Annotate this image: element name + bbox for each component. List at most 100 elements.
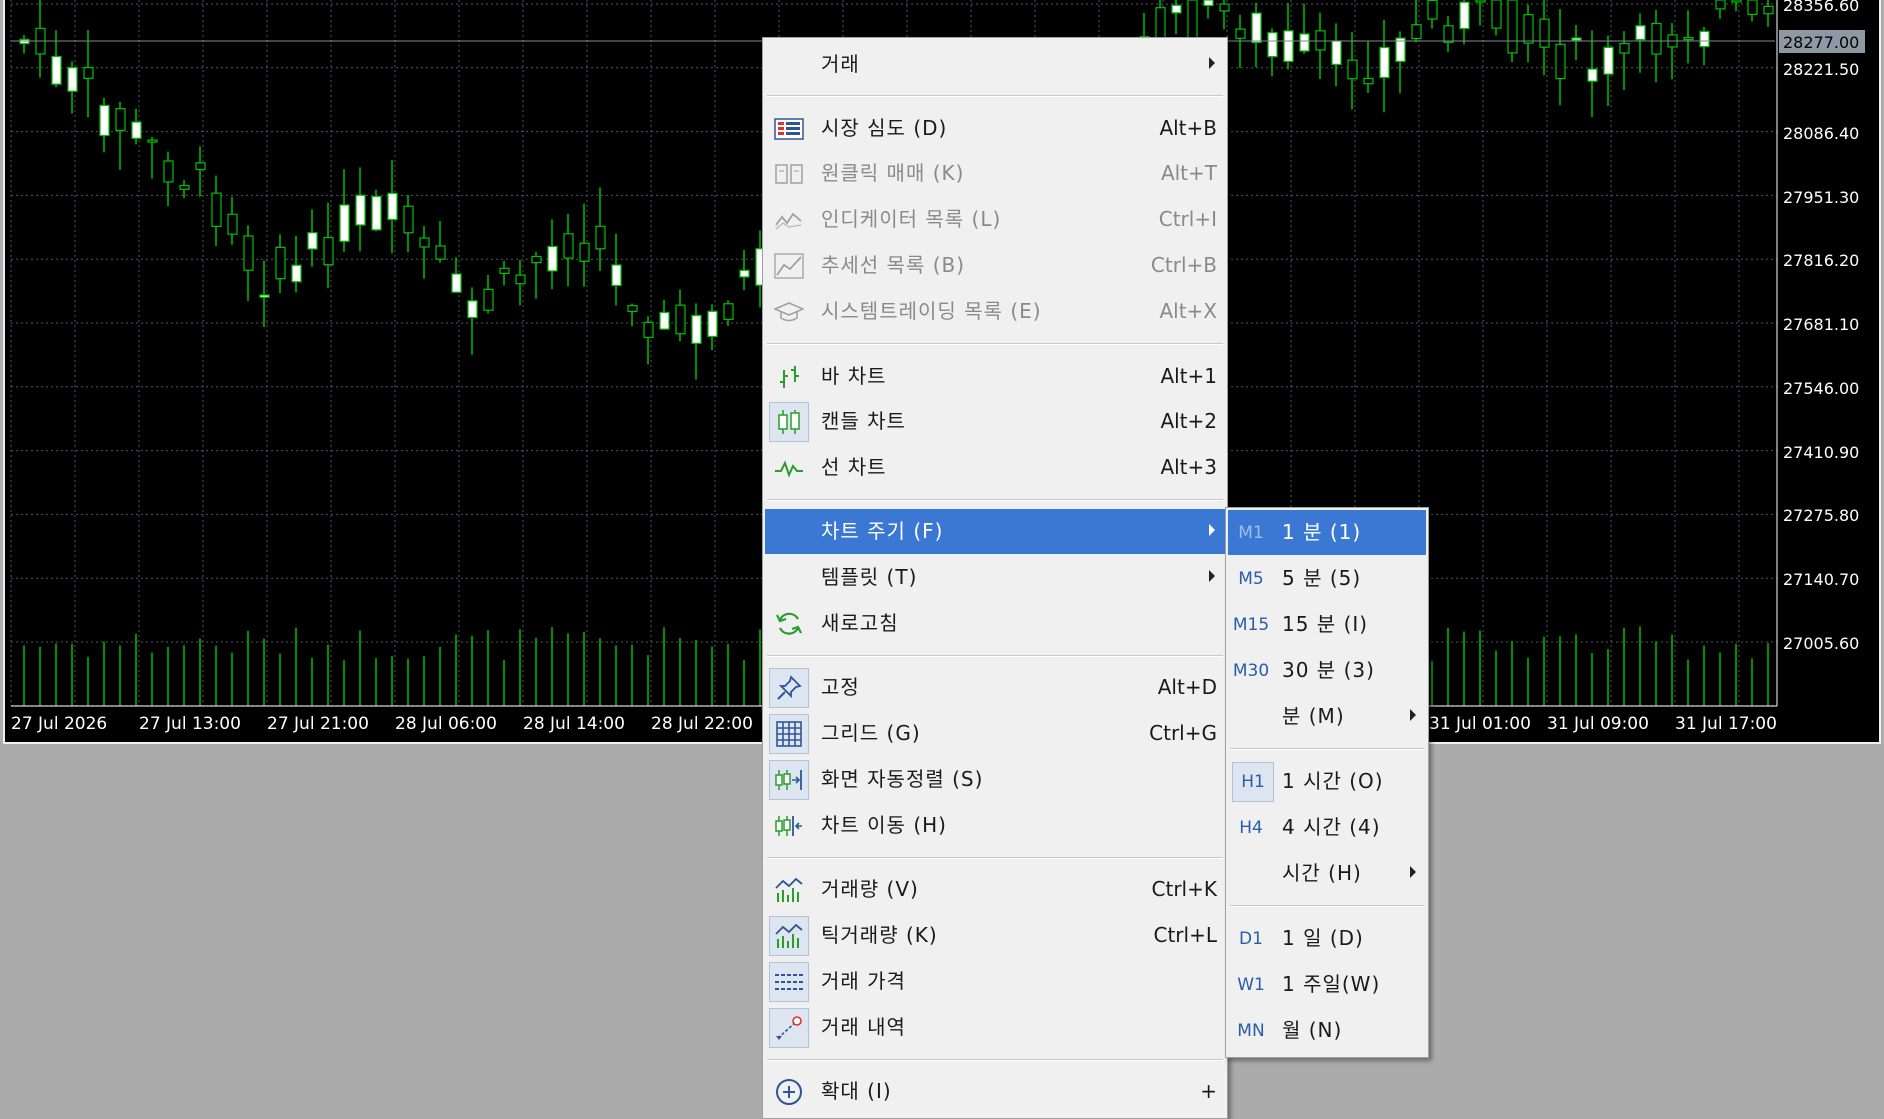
trade-history-icon [769, 1008, 809, 1048]
timeframe-label: 15 분 (I) [1282, 612, 1369, 636]
menu-item-label: 바 차트 [821, 364, 887, 388]
tick-volume-icon [769, 916, 809, 956]
one-click-trading-icon [769, 154, 809, 194]
timeframe-code: MN [1237, 1021, 1265, 1041]
menu-item-one-click-trading[interactable]: 원클릭 매매 (K) Alt+T [765, 151, 1225, 196]
time-tick: 28 Jul 14:00 [523, 714, 625, 734]
menu-item-zoom-in[interactable]: 확대 (I) + [765, 1069, 1225, 1114]
menu-item-label: 화면 자동정렬 (S) [821, 767, 984, 791]
timeframe-code: M15 [1232, 615, 1270, 635]
timeframe-minutes-more[interactable]: 분 (M) [1228, 694, 1426, 739]
candle-body [1635, 25, 1646, 41]
price-tick: 28221.50 [1783, 60, 1859, 79]
chart-context-menu: 거래 시장 심도 (D) Alt+B 원클릭 매매 (K) Alt+T 인디케이… [762, 37, 1228, 1119]
price-tick: 28086.40 [1783, 124, 1859, 143]
graduation-cap-icon [769, 292, 809, 332]
menu-item-grid[interactable]: 그리드 (G) Ctrl+G [765, 711, 1225, 756]
menu-item-refresh[interactable]: 새로고침 [765, 601, 1225, 646]
menu-item-label: 차트 이동 (H) [821, 813, 947, 837]
candle-body [451, 273, 462, 293]
menu-item-expert-list[interactable]: 시스템트레이딩 목록 (E) Alt+X [765, 289, 1225, 334]
menu-item-chart-shift[interactable]: 차트 이동 (H) [765, 803, 1225, 848]
menu-separator [767, 95, 1223, 97]
timeframe-m1[interactable]: M1 1 분 (1) [1228, 510, 1426, 555]
menu-item-line-chart[interactable]: 선 차트 Alt+3 [765, 445, 1225, 490]
menu-item-market-depth[interactable]: 시장 심도 (D) Alt+B [765, 106, 1225, 151]
candle-body [131, 121, 142, 139]
menu-separator [1230, 905, 1424, 907]
time-tick: 27 Jul 13:00 [139, 714, 241, 734]
volume-icon [769, 870, 809, 910]
menu-item-pin[interactable]: 고정 Alt+D [765, 665, 1225, 710]
candle-body [1475, 0, 1486, 3]
menu-item-shortcut: Alt+1 [1160, 364, 1217, 388]
timeframe-label: 1 일 (D) [1282, 926, 1364, 950]
menu-item-label: 새로고침 [821, 611, 899, 635]
menu-item-trade-levels[interactable]: 거래 가격 [765, 959, 1225, 1004]
candle-body [1299, 33, 1310, 52]
timeframe-m30[interactable]: M30 30 분 (3) [1228, 648, 1426, 693]
candle-body [467, 300, 478, 319]
candle-body [1283, 30, 1294, 62]
candle-body [1523, 14, 1534, 44]
candle-chart-icon [769, 402, 809, 442]
menu-item-indicator-list[interactable]: 인디케이터 목록 (L) Ctrl+I [765, 197, 1225, 242]
market-depth-icon [769, 109, 809, 149]
menu-item-label: 거래 [821, 52, 860, 76]
menu-item-candle-chart[interactable]: 캔들 차트 Alt+2 [765, 399, 1225, 444]
menu-item-label: 템플릿 (T) [821, 565, 918, 589]
timeframe-h1[interactable]: H1 1 시간 (O) [1228, 759, 1426, 804]
menu-separator [767, 1059, 1223, 1061]
menu-separator [1230, 748, 1424, 750]
candle-body [1395, 37, 1406, 62]
timeframe-h4[interactable]: H4 4 시간 (4) [1228, 805, 1426, 850]
zoom-in-icon [769, 1072, 809, 1112]
candle-body [1491, 0, 1502, 29]
menu-item-shortcut: Ctrl+I [1158, 207, 1217, 231]
timeframe-m5[interactable]: M5 5 분 (5) [1228, 556, 1426, 601]
timeframe-label: 1 분 (1) [1282, 520, 1362, 544]
timeframe-submenu: M1 1 분 (1) M5 5 분 (5) M15 15 분 (I) M30 3… [1225, 507, 1429, 1058]
time-tick: 27 Jul 21:00 [267, 714, 369, 734]
menu-item-bar-chart[interactable]: 바 차트 Alt+1 [765, 354, 1225, 399]
menu-item-autoscroll[interactable]: 화면 자동정렬 (S) [765, 757, 1225, 802]
candle-body [163, 160, 174, 183]
menu-item-label: 시장 심도 (D) [821, 116, 948, 140]
time-tick: 27 Jul 2026 [11, 714, 107, 734]
menu-item-trendline-list[interactable]: 추세선 목록 (B) Ctrl+B [765, 243, 1225, 288]
timeframe-m15[interactable]: M15 15 분 (I) [1228, 602, 1426, 647]
time-tick: 31 Jul 09:00 [1547, 714, 1649, 734]
timeframe-label: 분 (M) [1282, 704, 1345, 728]
bar-chart-icon [769, 357, 809, 397]
menu-item-volume[interactable]: 거래량 (V) Ctrl+K [765, 867, 1225, 912]
timeframe-mn[interactable]: MN 월 (N) [1228, 1008, 1426, 1053]
candle-body [19, 38, 30, 45]
price-tick: 28356.60 [1783, 0, 1859, 15]
timeframe-w1[interactable]: W1 1 주일(W) [1228, 962, 1426, 1007]
timeframe-d1[interactable]: D1 1 일 (D) [1228, 916, 1426, 961]
candle-body [691, 314, 702, 344]
candle-body [1651, 22, 1662, 55]
candle-body [723, 303, 734, 320]
trade-levels-icon [769, 962, 809, 1002]
menu-item-shortcut: Alt+3 [1160, 455, 1217, 479]
candle-body [323, 236, 334, 266]
candle-body [1699, 30, 1710, 48]
candle-body [1251, 12, 1262, 44]
menu-separator [767, 343, 1223, 345]
timeframe-hours-more[interactable]: 시간 (H) [1228, 851, 1426, 896]
menu-item-timeframes[interactable]: 차트 주기 (F) [765, 509, 1225, 554]
menu-item-template[interactable]: 템플릿 (T) [765, 555, 1225, 600]
candle-body [355, 194, 366, 226]
price-tick: 27816.20 [1783, 251, 1859, 270]
pin-icon [769, 668, 809, 708]
menu-item-trade[interactable]: 거래 [765, 42, 1225, 87]
menu-item-trade-history[interactable]: 거래 내역 [765, 1005, 1225, 1050]
candle-body [179, 184, 190, 190]
timeframe-label: 월 (N) [1282, 1018, 1343, 1042]
candle-body [579, 242, 590, 262]
grid-icon [769, 714, 809, 754]
menu-item-tick-volume[interactable]: 틱거래량 (K) Ctrl+L [765, 913, 1225, 958]
candle-body [1731, 0, 1742, 3]
candle-body [1235, 28, 1246, 39]
